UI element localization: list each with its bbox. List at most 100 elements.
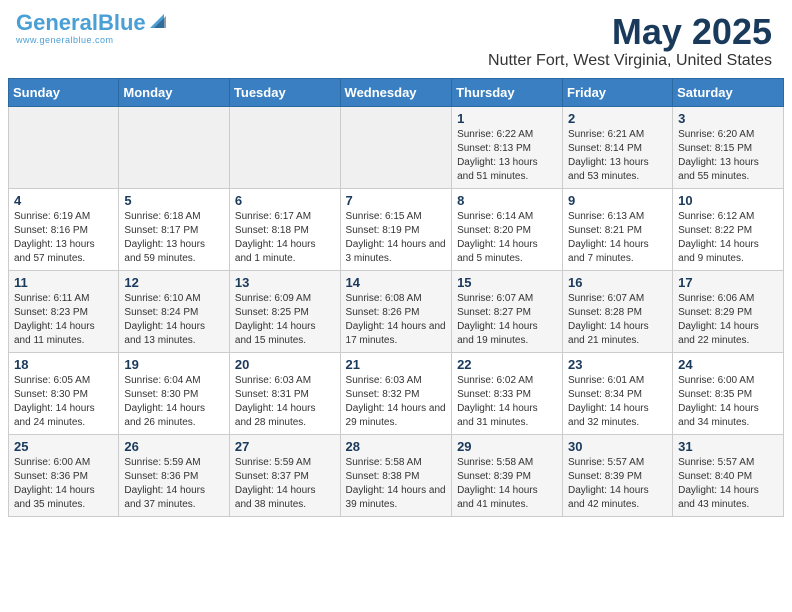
day-info: Sunrise: 6:09 AMSunset: 8:25 PMDaylight:…: [235, 292, 335, 348]
day-info: Sunrise: 6:04 AMSunset: 8:30 PMDaylight:…: [124, 374, 224, 430]
title-block: May 2025 Nutter Fort, West Virginia, Uni…: [488, 12, 772, 70]
calendar-day-cell: 5 Sunrise: 6:18 AMSunset: 8:17 PMDaylight…: [119, 188, 230, 270]
logo-general: General: [16, 10, 98, 35]
day-number: 22: [457, 357, 557, 372]
day-number: 11: [14, 275, 113, 290]
day-number: 6: [235, 193, 335, 208]
day-of-week-header: Sunday: [9, 78, 119, 106]
calendar-day-cell: 24Sunrise: 6:00 AMSunset: 8:35 PMDayligh…: [673, 352, 784, 434]
day-of-week-header: Tuesday: [229, 78, 340, 106]
day-number: 1: [457, 111, 557, 126]
day-info: Sunrise: 6:22 AMSunset: 8:13 PMDaylight:…: [457, 128, 557, 184]
calendar-day-cell: 2 Sunrise: 6:21 AMSunset: 8:14 PMDaylight…: [563, 106, 673, 188]
day-info: Sunrise: 6:06 AMSunset: 8:29 PMDaylight:…: [678, 292, 778, 348]
day-number: 31: [678, 439, 778, 454]
day-info: Sunrise: 6:11 AMSunset: 8:23 PMDaylight:…: [14, 292, 113, 348]
day-info: Sunrise: 6:01 AMSunset: 8:34 PMDaylight:…: [568, 374, 667, 430]
day-number: 3: [678, 111, 778, 126]
day-number: 25: [14, 439, 113, 454]
calendar-wrap: SundayMondayTuesdayWednesdayThursdayFrid…: [0, 78, 792, 527]
day-number: 20: [235, 357, 335, 372]
calendar-day-cell: 9 Sunrise: 6:13 AMSunset: 8:21 PMDaylight…: [563, 188, 673, 270]
calendar-week-row: 1 Sunrise: 6:22 AMSunset: 8:13 PMDaylight…: [9, 106, 784, 188]
day-info: Sunrise: 6:00 AMSunset: 8:36 PMDaylight:…: [14, 456, 113, 512]
day-info: Sunrise: 6:21 AMSunset: 8:14 PMDaylight:…: [568, 128, 667, 184]
day-number: 27: [235, 439, 335, 454]
calendar-day-cell: 14Sunrise: 6:08 AMSunset: 8:26 PMDayligh…: [340, 270, 452, 352]
logo-blue: Blue: [98, 10, 146, 35]
calendar-day-cell: 13Sunrise: 6:09 AMSunset: 8:25 PMDayligh…: [229, 270, 340, 352]
calendar-day-cell: 18 Sunrise: 6:05 AMSunset: 8:30 PMDayligh…: [9, 352, 119, 434]
calendar-day-cell: 1 Sunrise: 6:22 AMSunset: 8:13 PMDaylight…: [452, 106, 563, 188]
calendar-day-cell: 6 Sunrise: 6:17 AMSunset: 8:18 PMDaylight…: [229, 188, 340, 270]
day-info: Sunrise: 6:10 AMSunset: 8:24 PMDaylight:…: [124, 292, 224, 348]
calendar-week-row: 18 Sunrise: 6:05 AMSunset: 8:30 PMDayligh…: [9, 352, 784, 434]
calendar-day-cell: 10 Sunrise: 6:12 AMSunset: 8:22 PMDayligh…: [673, 188, 784, 270]
day-info: Sunrise: 6:07 AMSunset: 8:28 PMDaylight:…: [568, 292, 667, 348]
day-number: 16: [568, 275, 667, 290]
calendar-day-cell: 20 Sunrise: 6:03 AMSunset: 8:31 PMDayligh…: [229, 352, 340, 434]
calendar-day-cell: 16 Sunrise: 6:07 AMSunset: 8:28 PMDayligh…: [563, 270, 673, 352]
day-number: 28: [346, 439, 447, 454]
calendar-day-cell: 31 Sunrise: 5:57 AMSunset: 8:40 PMDayligh…: [673, 434, 784, 516]
calendar-day-cell: [9, 106, 119, 188]
day-info: Sunrise: 6:02 AMSunset: 8:33 PMDaylight:…: [457, 374, 557, 430]
day-number: 5: [124, 193, 224, 208]
day-info: Sunrise: 5:58 AMSunset: 8:39 PMDaylight:…: [457, 456, 557, 512]
calendar-header-row: SundayMondayTuesdayWednesdayThursdayFrid…: [9, 78, 784, 106]
day-number: 8: [457, 193, 557, 208]
day-number: 10: [678, 193, 778, 208]
calendar-day-cell: 17 Sunrise: 6:06 AMSunset: 8:29 PMDayligh…: [673, 270, 784, 352]
calendar-day-cell: [229, 106, 340, 188]
day-info: Sunrise: 6:18 AMSunset: 8:17 PMDaylight:…: [124, 210, 224, 266]
calendar-day-cell: [340, 106, 452, 188]
day-info: Sunrise: 5:59 AMSunset: 8:37 PMDaylight:…: [235, 456, 335, 512]
calendar-day-cell: 26 Sunrise: 5:59 AMSunset: 8:36 PMDayligh…: [119, 434, 230, 516]
day-info: Sunrise: 6:07 AMSunset: 8:27 PMDaylight:…: [457, 292, 557, 348]
calendar-week-row: 4Sunrise: 6:19 AMSunset: 8:16 PMDaylight…: [9, 188, 784, 270]
day-number: 26: [124, 439, 224, 454]
calendar-day-cell: 8Sunrise: 6:14 AMSunset: 8:20 PMDaylight…: [452, 188, 563, 270]
calendar-day-cell: 19Sunrise: 6:04 AMSunset: 8:30 PMDayligh…: [119, 352, 230, 434]
day-info: Sunrise: 5:57 AMSunset: 8:40 PMDaylight:…: [678, 456, 778, 512]
calendar-day-cell: 11 Sunrise: 6:11 AMSunset: 8:23 PMDayligh…: [9, 270, 119, 352]
page-title: May 2025: [488, 12, 772, 52]
day-info: Sunrise: 6:20 AMSunset: 8:15 PMDaylight:…: [678, 128, 778, 184]
day-number: 9: [568, 193, 667, 208]
day-number: 17: [678, 275, 778, 290]
calendar-day-cell: 28Sunrise: 5:58 AMSunset: 8:38 PMDayligh…: [340, 434, 452, 516]
day-info: Sunrise: 6:15 AMSunset: 8:19 PMDaylight:…: [346, 210, 447, 266]
day-info: Sunrise: 6:05 AMSunset: 8:30 PMDaylight:…: [14, 374, 113, 430]
day-of-week-header: Saturday: [673, 78, 784, 106]
day-number: 29: [457, 439, 557, 454]
day-number: 24: [678, 357, 778, 372]
page-subtitle: Nutter Fort, West Virginia, United State…: [488, 52, 772, 70]
calendar-day-cell: 3 Sunrise: 6:20 AMSunset: 8:15 PMDaylight…: [673, 106, 784, 188]
day-number: 14: [346, 275, 447, 290]
day-info: Sunrise: 6:17 AMSunset: 8:18 PMDaylight:…: [235, 210, 335, 266]
calendar-day-cell: 21Sunrise: 6:03 AMSunset: 8:32 PMDayligh…: [340, 352, 452, 434]
day-number: 21: [346, 357, 447, 372]
logo: GeneralBlue www.generalblue.com: [16, 12, 166, 45]
calendar-day-cell: 12Sunrise: 6:10 AMSunset: 8:24 PMDayligh…: [119, 270, 230, 352]
day-info: Sunrise: 6:12 AMSunset: 8:22 PMDaylight:…: [678, 210, 778, 266]
calendar-day-cell: [119, 106, 230, 188]
calendar-day-cell: 23Sunrise: 6:01 AMSunset: 8:34 PMDayligh…: [563, 352, 673, 434]
day-info: Sunrise: 6:13 AMSunset: 8:21 PMDaylight:…: [568, 210, 667, 266]
logo-text: GeneralBlue: [16, 12, 146, 34]
day-number: 18: [14, 357, 113, 372]
logo-wing-icon: [148, 12, 166, 30]
calendar-day-cell: 4Sunrise: 6:19 AMSunset: 8:16 PMDaylight…: [9, 188, 119, 270]
page-header: GeneralBlue www.generalblue.com May 2025…: [0, 0, 792, 78]
calendar-week-row: 11 Sunrise: 6:11 AMSunset: 8:23 PMDayligh…: [9, 270, 784, 352]
day-of-week-header: Thursday: [452, 78, 563, 106]
day-number: 4: [14, 193, 113, 208]
day-number: 2: [568, 111, 667, 126]
calendar-day-cell: 30Sunrise: 5:57 AMSunset: 8:39 PMDayligh…: [563, 434, 673, 516]
day-info: Sunrise: 6:03 AMSunset: 8:31 PMDaylight:…: [235, 374, 335, 430]
calendar-day-cell: 29 Sunrise: 5:58 AMSunset: 8:39 PMDayligh…: [452, 434, 563, 516]
day-info: Sunrise: 5:57 AMSunset: 8:39 PMDaylight:…: [568, 456, 667, 512]
day-info: Sunrise: 5:59 AMSunset: 8:36 PMDaylight:…: [124, 456, 224, 512]
calendar-week-row: 25 Sunrise: 6:00 AMSunset: 8:36 PMDayligh…: [9, 434, 784, 516]
calendar-day-cell: 15Sunrise: 6:07 AMSunset: 8:27 PMDayligh…: [452, 270, 563, 352]
